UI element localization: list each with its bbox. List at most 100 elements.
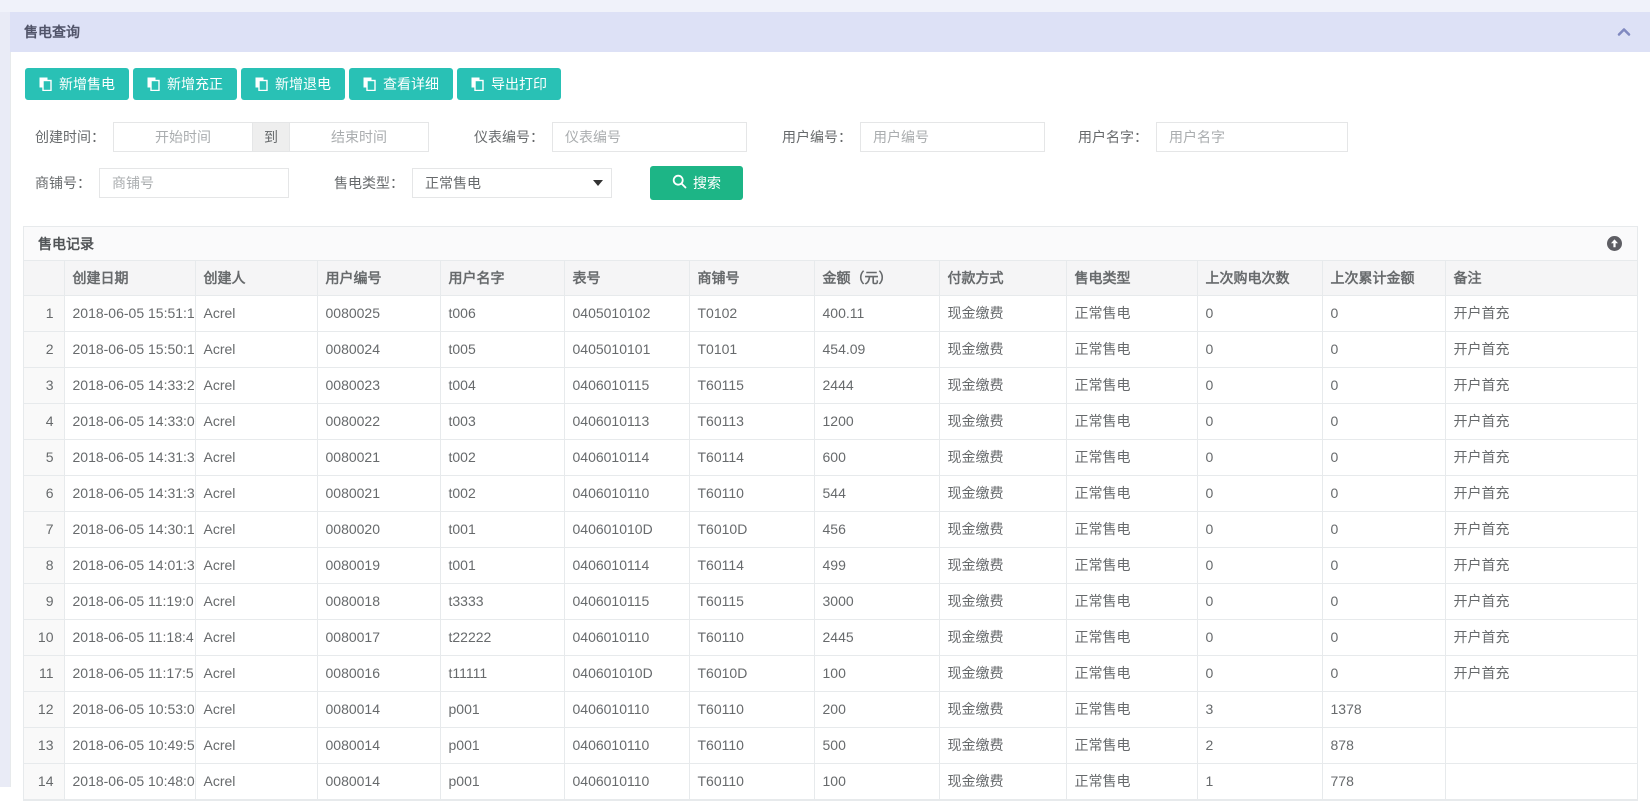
table-cell: 0080018 — [317, 583, 440, 619]
table-cell: 3 — [1197, 691, 1322, 727]
records-panel: 售电记录 创建日期创建人用户编号用户名字表号商铺号金额（元）付款方式售电类型上次… — [23, 226, 1638, 801]
table-cell: 开户首充 — [1445, 295, 1637, 331]
table-row[interactable]: 42018-06-05 14:33:0Acrel0080022t00304060… — [24, 403, 1637, 439]
column-header: 备注 — [1445, 261, 1637, 295]
table-row[interactable]: 82018-06-05 14:01:3Acrel0080019t00104060… — [24, 547, 1637, 583]
table-cell: Acrel — [195, 367, 317, 403]
table-cell: 2018-06-05 14:33:0 — [64, 403, 195, 439]
table-cell: 0 — [1197, 547, 1322, 583]
chevron-up-icon[interactable] — [1616, 24, 1632, 40]
table-cell: T60110 — [689, 691, 814, 727]
toolbar: 新增售电 新增充正 新增退电 查看详细 导出打印 — [23, 68, 1637, 100]
table-cell: 开户首充 — [1445, 511, 1637, 547]
table-row[interactable]: 132018-06-05 10:49:5Acrel0080014p0010406… — [24, 727, 1637, 763]
user-name-input[interactable] — [1156, 122, 1348, 152]
filter-row-1: 创建时间： 到 仪表编号： 用户编号： 用户名字： — [35, 122, 1637, 152]
table-cell: 0406010115 — [564, 583, 689, 619]
table-cell: p001 — [440, 691, 564, 727]
view-detail-button[interactable]: 查看详细 — [349, 68, 453, 100]
table-cell: 0080017 — [317, 619, 440, 655]
table-cell: 1200 — [814, 403, 939, 439]
shop-no-input[interactable] — [99, 168, 289, 198]
table-cell: 现金缴费 — [939, 619, 1066, 655]
meter-no-input[interactable] — [552, 122, 747, 152]
table-cell: 0080025 — [317, 295, 440, 331]
table-cell: T0102 — [689, 295, 814, 331]
table-cell: 100 — [814, 763, 939, 799]
copy-file-icon — [363, 77, 376, 91]
table-cell: Acrel — [195, 331, 317, 367]
records-table: 创建日期创建人用户编号用户名字表号商铺号金额（元）付款方式售电类型上次购电次数上… — [24, 261, 1637, 800]
table-cell: 现金缴费 — [939, 691, 1066, 727]
table-cell: Acrel — [195, 727, 317, 763]
table-row[interactable]: 92018-06-05 11:19:0Acrel0080018t33330406… — [24, 583, 1637, 619]
table-cell: 2445 — [814, 619, 939, 655]
add-refund-button[interactable]: 新增退电 — [241, 68, 345, 100]
sale-type-select[interactable]: 正常售电 — [412, 168, 612, 198]
table-cell: 正常售电 — [1066, 475, 1197, 511]
table-cell: 0080014 — [317, 763, 440, 799]
table-cell: 0 — [1197, 475, 1322, 511]
table-cell: 0 — [1322, 619, 1445, 655]
panel-title: 售电记录 — [38, 234, 94, 254]
table-cell: 0 — [1197, 583, 1322, 619]
table-cell: 开户首充 — [1445, 475, 1637, 511]
table-cell: 0080024 — [317, 331, 440, 367]
table-cell: 3000 — [814, 583, 939, 619]
table-cell: 0406010113 — [564, 403, 689, 439]
sale-type-label: 售电类型： — [334, 173, 404, 193]
copy-file-icon — [255, 77, 268, 91]
table-body: 12018-06-05 15:51:1Acrel0080025t00604050… — [24, 295, 1637, 799]
table-cell: 现金缴费 — [939, 475, 1066, 511]
column-header: 金额（元） — [814, 261, 939, 295]
circle-arrow-up-icon[interactable] — [1606, 235, 1623, 252]
table-row[interactable]: 142018-06-05 10:48:0Acrel0080014p0010406… — [24, 763, 1637, 799]
end-time-input[interactable] — [289, 122, 429, 152]
table-cell: t006 — [440, 295, 564, 331]
table-cell: 正常售电 — [1066, 367, 1197, 403]
table-row[interactable]: 52018-06-05 14:31:3Acrel0080021t00204060… — [24, 439, 1637, 475]
table-row[interactable]: 12018-06-05 15:51:1Acrel0080025t00604050… — [24, 295, 1637, 331]
table-row[interactable]: 112018-06-05 11:17:5Acrel0080016t1111104… — [24, 655, 1637, 691]
add-sale-button[interactable]: 新增售电 — [25, 68, 129, 100]
table-cell: t001 — [440, 547, 564, 583]
column-header: 上次累计金额 — [1322, 261, 1445, 295]
table-row[interactable]: 22018-06-05 15:50:1Acrel0080024t00504050… — [24, 331, 1637, 367]
table-row[interactable]: 122018-06-05 10:53:0Acrel0080014p0010406… — [24, 691, 1637, 727]
table-cell: 200 — [814, 691, 939, 727]
start-time-input[interactable] — [113, 122, 253, 152]
table-cell: 现金缴费 — [939, 763, 1066, 799]
table-row[interactable]: 32018-06-05 14:33:2Acrel0080023t00404060… — [24, 367, 1637, 403]
table-row[interactable]: 72018-06-05 14:30:1Acrel0080020t00104060… — [24, 511, 1637, 547]
table-cell: 0080023 — [317, 367, 440, 403]
table-cell: T6010D — [689, 511, 814, 547]
table-cell: 600 — [814, 439, 939, 475]
table-cell: 正常售电 — [1066, 655, 1197, 691]
table-cell: 1378 — [1322, 691, 1445, 727]
shop-no-label: 商铺号： — [35, 173, 91, 193]
table-cell: 2018-06-05 11:17:5 — [64, 655, 195, 691]
table-header-row: 创建日期创建人用户编号用户名字表号商铺号金额（元）付款方式售电类型上次购电次数上… — [24, 261, 1637, 295]
export-print-button[interactable]: 导出打印 — [457, 68, 561, 100]
table-cell: 8 — [24, 547, 64, 583]
top-strip — [0, 0, 1650, 12]
table-cell: 0080014 — [317, 691, 440, 727]
table-cell: 456 — [814, 511, 939, 547]
table-cell: T60110 — [689, 619, 814, 655]
panel-header: 售电记录 — [24, 227, 1637, 261]
search-button[interactable]: 搜索 — [650, 166, 743, 200]
table-cell: 3 — [24, 367, 64, 403]
table-cell: t3333 — [440, 583, 564, 619]
table-cell — [1445, 727, 1637, 763]
table-cell: 0 — [1322, 583, 1445, 619]
user-no-input[interactable] — [860, 122, 1045, 152]
add-correction-button[interactable]: 新增充正 — [133, 68, 237, 100]
table-cell: Acrel — [195, 691, 317, 727]
table-row[interactable]: 102018-06-05 11:18:4Acrel0080017t2222204… — [24, 619, 1637, 655]
table-cell: 开户首充 — [1445, 331, 1637, 367]
table-cell: 0 — [1322, 475, 1445, 511]
table-row[interactable]: 62018-06-05 14:31:3Acrel0080021t00204060… — [24, 475, 1637, 511]
column-header: 创建日期 — [64, 261, 195, 295]
table-cell: 0 — [1197, 439, 1322, 475]
table-cell: 现金缴费 — [939, 583, 1066, 619]
